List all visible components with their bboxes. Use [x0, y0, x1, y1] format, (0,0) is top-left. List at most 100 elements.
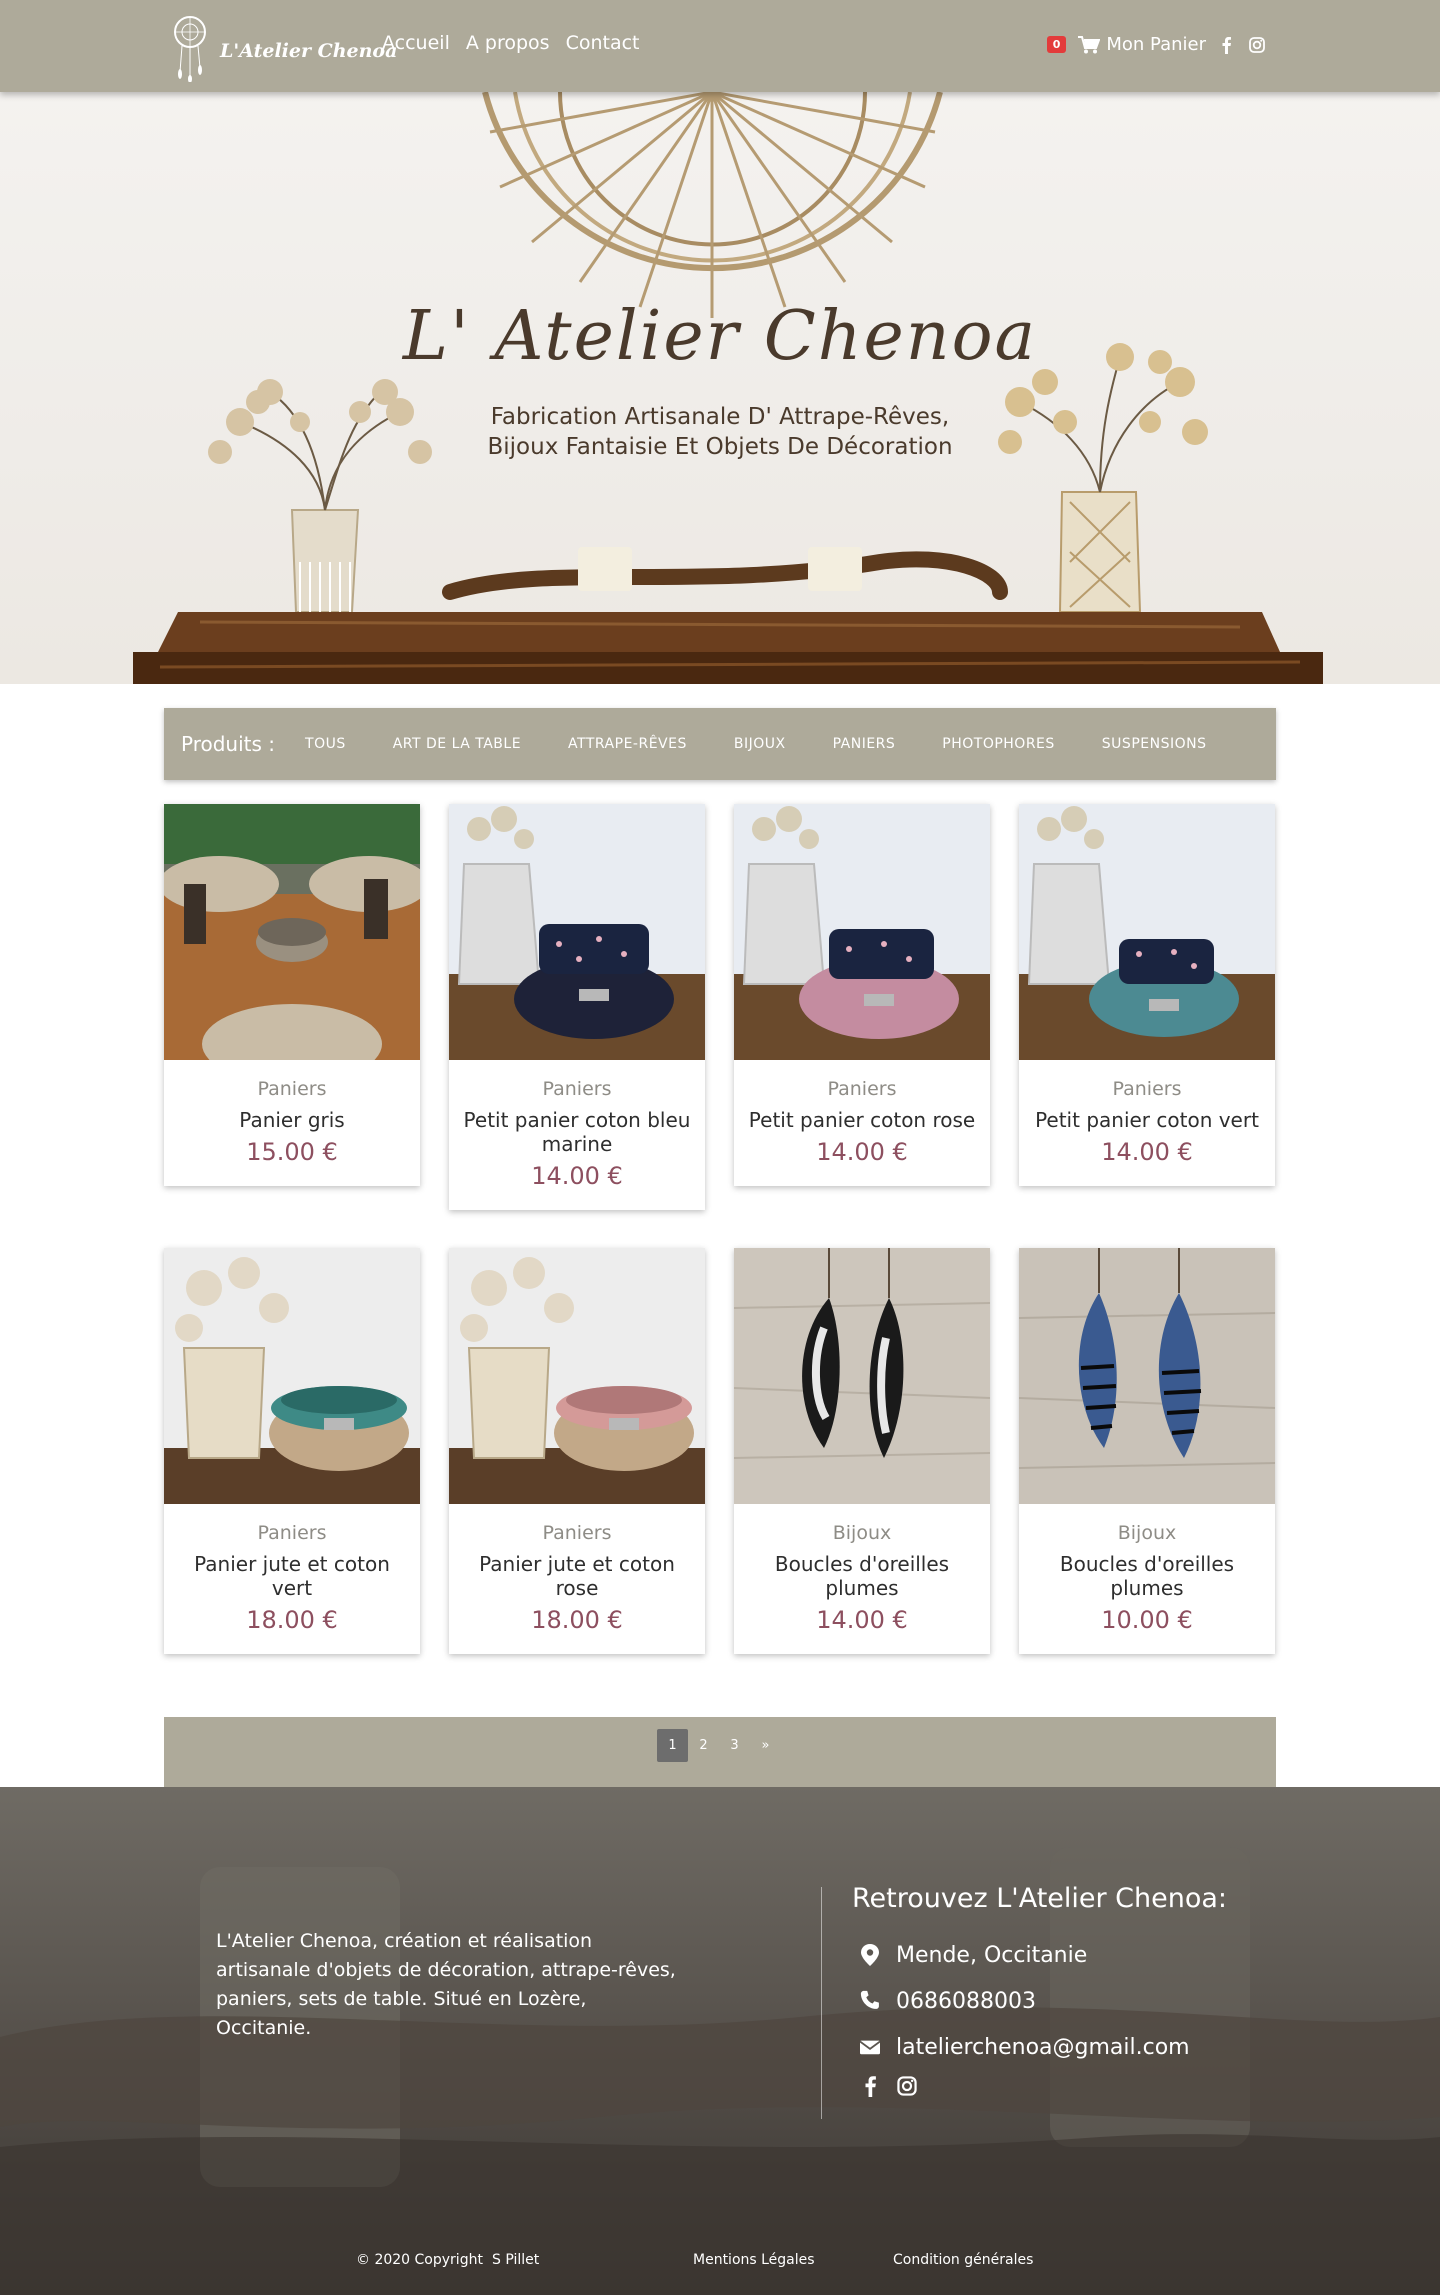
product-price: 15.00 €	[246, 1138, 338, 1166]
product-name[interactable]: Petit panier coton bleu marine	[459, 1108, 695, 1156]
cart-button[interactable]: Mon Panier	[1078, 34, 1206, 55]
legal-notice-link[interactable]: Mentions Légales	[693, 2252, 815, 2268]
product-category: Paniers	[1112, 1078, 1182, 1100]
product-info: Paniers Petit panier coton rose 14.00 €	[734, 1060, 990, 1186]
category-art-de-la-table[interactable]: ART DE LA TABLE	[393, 736, 521, 752]
product-card[interactable]: Paniers Petit panier coton rose 14.00 €	[734, 804, 990, 1186]
instagram-icon[interactable]	[896, 2074, 918, 2098]
brand-name: L'Atelier Chenoa	[220, 40, 398, 62]
category-photophores[interactable]: PHOTOPHORES	[942, 736, 1055, 752]
page-2[interactable]: 2	[688, 1729, 719, 1762]
product-name[interactable]: Panier jute et coton rose	[459, 1552, 695, 1600]
category-suspensions[interactable]: SUSPENSIONS	[1102, 736, 1207, 752]
footer-social-links	[852, 2074, 1227, 2098]
product-name[interactable]: Petit panier coton rose	[744, 1108, 980, 1132]
product-card[interactable]: Bijoux Boucles d'oreilles plumes 10.00 €	[1019, 1248, 1275, 1654]
product-price: 18.00 €	[531, 1606, 623, 1634]
product-category: Paniers	[257, 1078, 327, 1100]
product-image[interactable]	[164, 1248, 420, 1504]
contact-phone-text[interactable]: 0686088003	[896, 1989, 1036, 2014]
envelope-icon	[860, 2040, 880, 2055]
product-info: Paniers Petit panier coton bleu marine 1…	[449, 1060, 705, 1210]
nav-right: 0 Mon Panier	[1046, 34, 1266, 55]
pagination-bar: 1 2 3 »	[164, 1717, 1276, 1787]
product-price: 18.00 €	[246, 1606, 338, 1634]
product-info: Bijoux Boucles d'oreilles plumes 10.00 €	[1019, 1504, 1275, 1654]
nav-link-accueil[interactable]: Accueil	[382, 32, 450, 54]
product-name[interactable]: Panier gris	[174, 1108, 410, 1132]
product-category: Bijoux	[832, 1522, 892, 1544]
cart-icon	[1078, 35, 1101, 53]
product-info: Paniers Petit panier coton vert 14.00 €	[1019, 1060, 1275, 1186]
product-card[interactable]: Paniers Petit panier coton vert 14.00 €	[1019, 804, 1275, 1186]
product-category: Bijoux	[1117, 1522, 1177, 1544]
product-info: Bijoux Boucles d'oreilles plumes 14.00 €	[734, 1504, 990, 1654]
product-info: Paniers Panier gris 15.00 €	[164, 1060, 420, 1186]
product-info: Paniers Panier jute et coton vert 18.00 …	[164, 1504, 420, 1654]
category-attrape-reves[interactable]: ATTRAPE-RÊVES	[568, 736, 687, 752]
hero-subtitle-line-1: Fabrication Artisanale D' Attrape-Rêves,	[490, 404, 950, 430]
contact-phone[interactable]: 0686088003	[852, 1978, 1227, 2024]
product-image[interactable]	[164, 804, 420, 1060]
page-next[interactable]: »	[750, 1729, 781, 1762]
instagram-icon[interactable]	[1248, 36, 1266, 54]
product-name[interactable]: Boucles d'oreilles plumes	[744, 1552, 980, 1600]
cart-count-badge: 0	[1046, 36, 1067, 53]
phone-icon	[860, 1990, 879, 2009]
product-card[interactable]: Paniers Petit panier coton bleu marine 1…	[449, 804, 705, 1210]
facebook-icon[interactable]	[1218, 36, 1236, 54]
product-card[interactable]: Bijoux Boucles d'oreilles plumes 14.00 €	[734, 1248, 990, 1654]
contact-location-text: Mende, Occitanie	[896, 1942, 1088, 1968]
page-1[interactable]: 1	[657, 1729, 688, 1762]
product-price: 14.00 €	[531, 1162, 623, 1190]
product-image[interactable]	[1019, 1248, 1275, 1504]
product-name[interactable]: Boucles d'oreilles plumes	[1029, 1552, 1265, 1600]
nav-link-a-propos[interactable]: A propos	[466, 32, 550, 54]
facebook-icon[interactable]	[860, 2074, 882, 2098]
page-3[interactable]: 3	[719, 1729, 750, 1762]
category-filter-bar: Produits : TOUS ART DE LA TABLE ATTRAPE-…	[164, 708, 1276, 780]
product-image[interactable]	[449, 804, 705, 1060]
footer-contact: Retrouvez L'Atelier Chenoa: Mende, Occit…	[852, 1883, 1227, 2098]
contact-title: Retrouvez L'Atelier Chenoa:	[852, 1883, 1228, 1914]
product-image[interactable]	[1019, 804, 1275, 1060]
hero-text: L' Atelier Chenoa Fabrication Artisanale…	[0, 297, 1440, 462]
brand-logo[interactable]: L'Atelier Chenoa	[164, 12, 397, 82]
contact-email-text[interactable]: latelierchenoa@gmail.com	[896, 2035, 1190, 2060]
product-category: Paniers	[542, 1522, 612, 1544]
footer-divider	[821, 1887, 822, 2119]
category-paniers[interactable]: PANIERS	[833, 736, 896, 752]
product-card[interactable]: Paniers Panier jute et coton rose 18.00 …	[449, 1248, 705, 1654]
product-card[interactable]: Paniers Panier gris 15.00 €	[164, 804, 420, 1186]
copyright-text: © 2020 Copyright	[356, 2252, 483, 2268]
terms-link[interactable]: Condition générales	[893, 2252, 1033, 2268]
navbar: L'Atelier Chenoa Accueil A propos Contac…	[0, 0, 1440, 92]
product-category: Paniers	[542, 1078, 612, 1100]
hero-banner: L' Atelier Chenoa Fabrication Artisanale…	[0, 92, 1440, 684]
contact-email[interactable]: latelierchenoa@gmail.com	[852, 2024, 1227, 2070]
nav-links: Accueil A propos Contact	[382, 32, 639, 54]
copyright-author: S Pillet	[492, 2252, 540, 2268]
nav-link-contact[interactable]: Contact	[566, 32, 640, 54]
category-tous[interactable]: TOUS	[305, 736, 346, 752]
contact-location: Mende, Occitanie	[852, 1932, 1227, 1978]
category-bijoux[interactable]: BIJOUX	[734, 736, 786, 752]
pagination: 1 2 3 »	[657, 1729, 781, 1762]
product-price: 14.00 €	[816, 1606, 908, 1634]
product-image[interactable]	[449, 1248, 705, 1504]
product-price: 14.00 €	[1101, 1138, 1193, 1166]
dreamcatcher-icon	[174, 16, 206, 82]
product-price: 14.00 €	[816, 1138, 908, 1166]
footer: L'Atelier Chenoa, création et réalisatio…	[0, 1787, 1440, 2295]
product-name[interactable]: Petit panier coton vert	[1029, 1108, 1265, 1132]
product-info: Paniers Panier jute et coton rose 18.00 …	[449, 1504, 705, 1654]
product-image[interactable]	[734, 804, 990, 1060]
product-image[interactable]	[734, 1248, 990, 1504]
hero-subtitle-line-2: Bijoux Fantaisie Et Objets De Décoration	[487, 434, 953, 460]
cart-label: Mon Panier	[1106, 34, 1206, 55]
product-card[interactable]: Paniers Panier jute et coton vert 18.00 …	[164, 1248, 420, 1654]
map-marker-icon	[861, 1944, 879, 1966]
product-name[interactable]: Panier jute et coton vert	[174, 1552, 410, 1600]
hero-title: L' Atelier Chenoa	[402, 297, 1038, 376]
product-price: 10.00 €	[1101, 1606, 1193, 1634]
